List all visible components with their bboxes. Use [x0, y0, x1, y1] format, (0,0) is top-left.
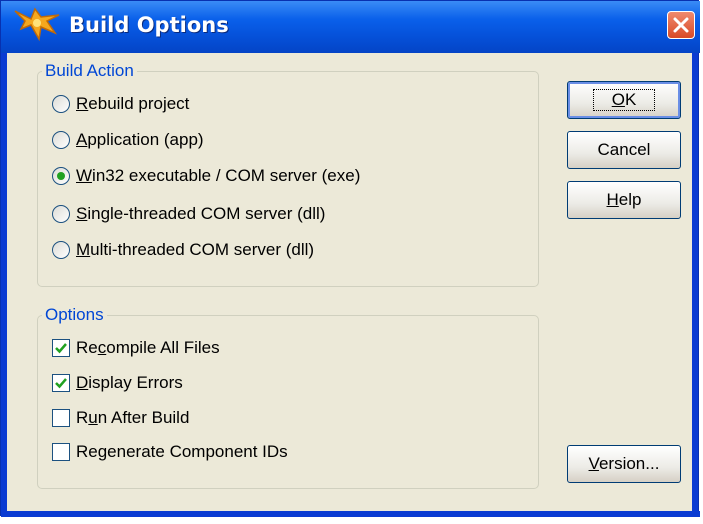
radio-label: Rebuild project	[76, 94, 190, 113]
build-action-group: Build Action Rebuild project Application…	[37, 61, 539, 287]
radio-single-threaded[interactable]: Single-threaded COM server (dll)	[52, 202, 325, 226]
radio-button[interactable]	[52, 95, 70, 113]
title-bar[interactable]: Build Options	[1, 1, 700, 53]
window-title: Build Options	[69, 13, 229, 37]
checkmark-icon	[55, 378, 67, 389]
close-button[interactable]	[667, 11, 695, 39]
ok-button[interactable]: OK	[567, 81, 681, 119]
dialog-body: Build Action Rebuild project Application…	[7, 53, 692, 512]
checkbox-label: Regenerate Component IDs	[76, 442, 288, 461]
help-button[interactable]: Help	[567, 181, 681, 219]
checkbox[interactable]	[52, 374, 70, 392]
checkbox-run-after-build[interactable]: Run After Build	[52, 406, 189, 430]
checkbox[interactable]	[52, 409, 70, 427]
app-logo-icon	[14, 7, 60, 42]
help-label: Help	[606, 190, 642, 209]
version-label: Version...	[588, 454, 660, 473]
checkbox-label: Display Errors	[76, 373, 183, 392]
cancel-button[interactable]: Cancel	[567, 131, 681, 169]
checkbox-label: Recompile All Files	[76, 338, 220, 357]
radio-button[interactable]	[52, 131, 70, 149]
radio-multi-threaded[interactable]: Multi-threaded COM server (dll)	[52, 238, 314, 262]
options-group: Options Recompile All Files Display Erro…	[37, 305, 539, 489]
radio-button[interactable]	[52, 205, 70, 223]
radio-win32-executable[interactable]: Win32 executable / COM server (exe)	[52, 164, 360, 188]
build-action-legend: Build Action	[42, 61, 137, 81]
checkbox[interactable]	[52, 339, 70, 357]
cancel-label: Cancel	[597, 140, 651, 159]
close-icon	[673, 17, 689, 33]
checkmark-icon	[55, 343, 67, 354]
checkbox-regenerate-component-ids[interactable]: Regenerate Component IDs	[52, 440, 288, 464]
radio-label: Win32 executable / COM server (exe)	[76, 166, 361, 185]
radio-label: Multi-threaded COM server (dll)	[76, 240, 315, 259]
ok-label: OK	[592, 89, 656, 111]
radio-label: Application (app)	[76, 130, 204, 149]
radio-rebuild-project[interactable]: Rebuild project	[52, 92, 189, 116]
options-legend: Options	[42, 305, 107, 325]
build-options-dialog: Build Options Build Action Rebuild proje…	[0, 0, 700, 517]
checkbox-recompile-all-files[interactable]: Recompile All Files	[52, 336, 220, 360]
checkbox-display-errors[interactable]: Display Errors	[52, 371, 183, 395]
radio-application[interactable]: Application (app)	[52, 128, 204, 152]
window-bottom-border	[1, 511, 700, 517]
radio-button[interactable]	[52, 241, 70, 259]
radio-label: Single-threaded COM server (dll)	[76, 204, 326, 223]
radio-button[interactable]	[52, 167, 70, 185]
checkbox[interactable]	[52, 443, 70, 461]
checkbox-label: Run After Build	[76, 408, 190, 427]
version-button[interactable]: Version...	[567, 445, 681, 483]
